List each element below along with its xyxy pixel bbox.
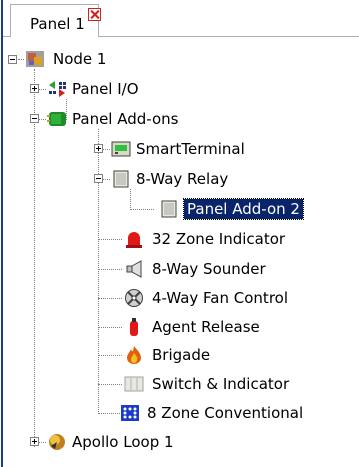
module-icon [113, 170, 129, 188]
zone-panel-icon [121, 405, 139, 421]
tab-label: Panel 1 [30, 15, 85, 33]
tree-line [103, 179, 110, 181]
window-edge [1, 0, 3, 467]
tree-item-label: Agent Release [152, 318, 260, 336]
tab-strip-border-left [3, 36, 10, 37]
tree-item-label: Panel I/O [72, 80, 139, 98]
panel-io-icon [49, 81, 66, 97]
tree-item-label: 8-Way Relay [136, 170, 229, 188]
tree-line [103, 149, 110, 151]
expand-icon[interactable] [30, 84, 39, 93]
node-icon [26, 51, 44, 67]
loop-icon [49, 434, 65, 450]
collapse-icon[interactable] [30, 114, 39, 123]
tab-panel-1[interactable]: Panel 1 [10, 4, 101, 37]
tree-line [98, 384, 122, 386]
circuit-board-icon [47, 112, 66, 126]
extinguisher-icon [130, 318, 138, 336]
tree-item-label: 32 Zone Indicator [152, 230, 286, 248]
tree-item-label-selected: Panel Add-on 2 [183, 198, 304, 220]
tree-item-label: 4-Way Fan Control [152, 289, 288, 307]
tree-item-label: SmartTerminal [136, 140, 245, 158]
terminal-icon [111, 141, 131, 157]
tree-item-label: Switch & Indicator [152, 375, 290, 393]
tree-item-label: 8-Way Sounder [152, 260, 266, 278]
tree-line [130, 189, 132, 210]
speaker-icon [126, 260, 142, 278]
tree-item-label: Panel Add-ons [72, 110, 179, 128]
expand-icon[interactable] [30, 437, 39, 446]
fire-icon [127, 346, 141, 364]
tree-line [98, 129, 100, 414]
tree-line [98, 239, 122, 241]
tree-line [39, 442, 46, 444]
tree-line [39, 89, 46, 91]
fan-icon [125, 289, 143, 307]
collapse-icon[interactable] [94, 174, 103, 183]
tree-line [98, 413, 122, 415]
tree-item-label: 8 Zone Conventional [147, 404, 304, 422]
expand-icon[interactable] [94, 144, 103, 153]
tree-line [98, 269, 122, 271]
module-icon [161, 200, 177, 218]
tree-line [34, 69, 36, 447]
collapse-icon[interactable] [8, 55, 17, 64]
tree-item-label: Brigade [152, 346, 211, 364]
alarm-light-icon [126, 232, 142, 248]
tree-line [98, 355, 122, 357]
tree-line [98, 298, 122, 300]
tree-line [130, 209, 154, 211]
tree-line [18, 59, 24, 61]
tree-item-label: Node 1 [53, 50, 107, 68]
tree-line [39, 119, 46, 121]
tree-line [98, 327, 122, 329]
switch-panel-icon [124, 376, 144, 392]
close-icon[interactable] [88, 8, 101, 21]
tab-strip-border [98, 36, 359, 37]
tree-item-label: Apollo Loop 1 [72, 433, 174, 451]
